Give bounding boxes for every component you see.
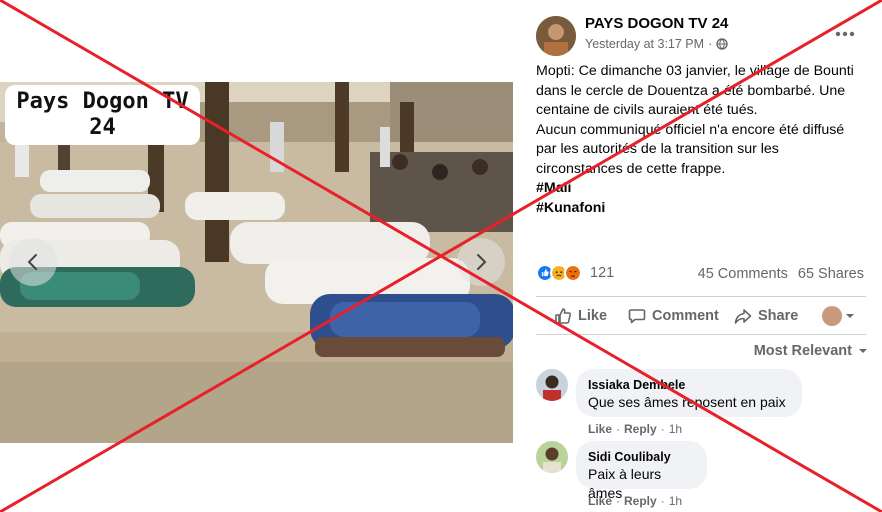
commenter-avatar[interactable] [536,441,568,473]
post-time[interactable]: Yesterday at 3:17 PM [585,37,704,51]
globe-icon [716,38,728,50]
post-body: Mopti: Ce dimanche 03 janvier, le villag… [536,62,866,218]
commenter-avatar-image [536,369,568,401]
comment-label: Comment [652,308,719,324]
comment-count-link[interactable]: 45 Comments [698,266,788,282]
like-label: Like [578,308,608,324]
meta-separator: · [708,37,713,51]
comment-time[interactable]: 1h [669,422,682,436]
comment-foot-separator: · [660,494,665,508]
post-options-button[interactable] [832,24,858,44]
page-name[interactable]: PAYS DOGON TV 24 [585,15,728,32]
post-paragraph-2: Aucun communiqué officiel n'a encore été… [536,121,845,177]
comment-reply-link[interactable]: Reply [624,494,657,508]
actions-divider-top [536,296,866,297]
comment-author[interactable]: Sidi Coulibaly [588,449,695,465]
comment-bubble: Sidi Coulibaly Paix à leurs âmes [576,441,707,501]
engagement-counts: 45 Comments 65 Shares [698,266,864,282]
reaction-count: 121 [590,265,615,281]
commenter-avatar-image [536,441,568,473]
comment-reply-link[interactable]: Reply [624,422,657,436]
photo-viewer: Pays Dogon TV 24 [0,0,527,512]
chevron-right-icon [477,254,487,270]
angry-reaction-icon [564,264,582,282]
commenter-avatar[interactable] [536,369,568,401]
next-photo-button[interactable] [457,238,505,286]
post-meta: Yesterday at 3:17 PM · [585,37,728,51]
user-mini-avatar [822,306,842,326]
reaction-summary[interactable]: 121 [536,264,614,282]
post-actions-bar: Like Comment Share [536,300,866,332]
watermark-title: Pays Dogon TV [16,89,189,114]
like-button[interactable]: Like [554,307,607,325]
comment-foot-separator: · [616,422,621,436]
previous-photo-button[interactable] [9,238,57,286]
comment-like-link[interactable]: Like [588,422,612,436]
post-panel: PAYS DOGON TV 24 Yesterday at 3:17 PM · … [527,0,882,512]
watermark-number: 24 [89,115,116,140]
photo-watermark: Pays Dogon TV 24 [5,85,200,145]
thumbs-up-icon [555,308,571,324]
hashtag-link[interactable]: #Kunafoni [536,200,605,216]
comment-time[interactable]: 1h [669,494,682,508]
comment-actions: Like · Reply · 1h [588,422,682,436]
share-arrow-icon [734,309,752,324]
caret-down-icon [859,349,867,353]
comment-actions: Like · Reply · 1h [588,494,682,508]
share-button[interactable]: Share [734,307,798,325]
share-label: Share [758,308,799,324]
comment-sort-dropdown[interactable]: Most Relevant [754,343,868,359]
hashtag-link[interactable]: #Mali [536,180,571,196]
post-paragraph-1: Mopti: Ce dimanche 03 janvier, le villag… [536,63,854,118]
comment-author[interactable]: Issiaka Dembele [588,377,790,393]
reaction-profile-selector[interactable] [822,306,855,326]
comment-bubble-icon [628,309,646,324]
comment-sort-label: Most Relevant [753,343,852,359]
chevron-left-icon [27,254,37,270]
actions-divider-bottom [536,334,866,335]
comment-button[interactable]: Comment [628,307,719,325]
comment-bubble: Issiaka Dembele Que ses âmes reposent en… [576,369,802,417]
comment-text: Que ses âmes reposent en paix [588,394,786,410]
comment-foot-separator: · [660,422,665,436]
page-avatar-image [536,16,576,56]
caret-down-icon [846,314,854,318]
share-count-link[interactable]: 65 Shares [798,266,864,282]
more-horizontal-icon [835,31,855,37]
comment-foot-separator: · [616,494,621,508]
comment-like-link[interactable]: Like [588,494,612,508]
page-avatar[interactable] [536,16,576,56]
